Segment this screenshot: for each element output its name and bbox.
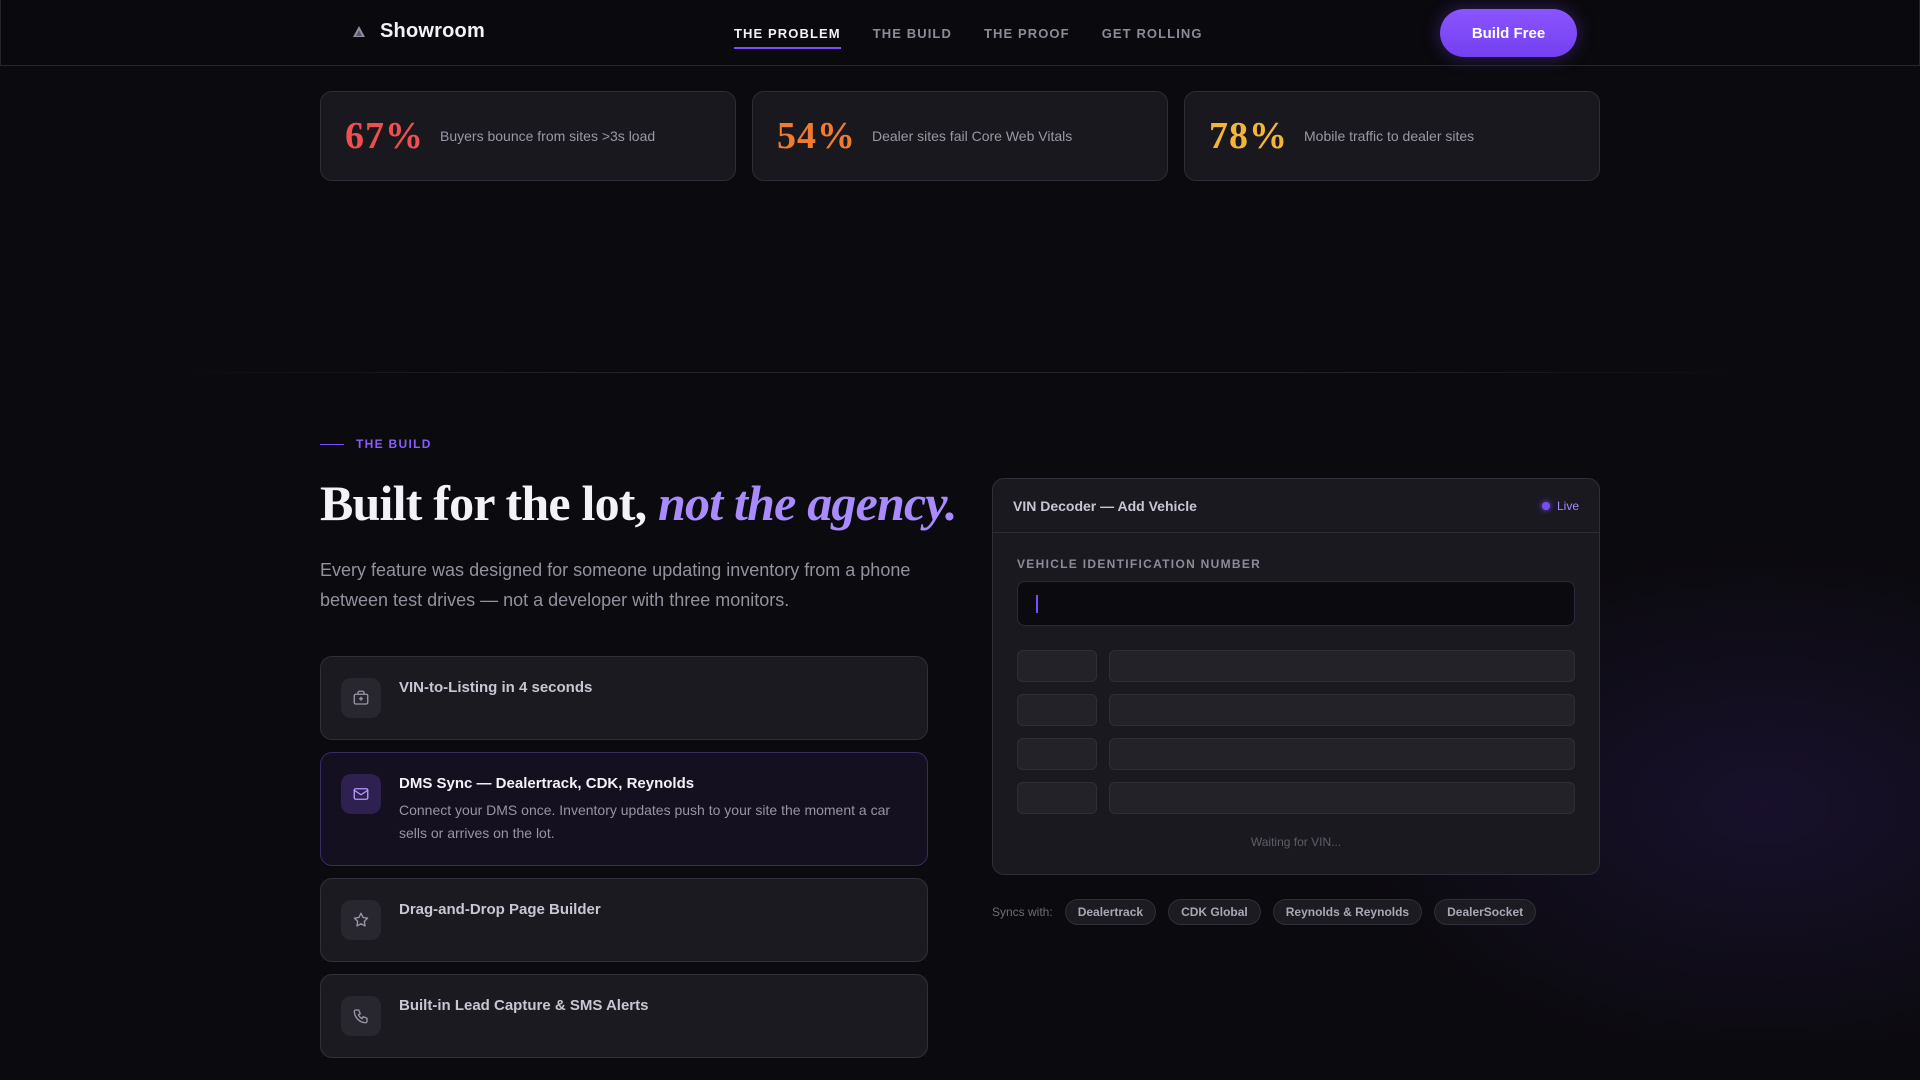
stats-row: 67% Buyers bounce from sites >3s load 54…	[320, 91, 1600, 181]
nav-link-the-build[interactable]: THE BUILD	[873, 0, 952, 66]
stat-value: 54%	[777, 115, 856, 157]
nav-link-the-proof[interactable]: THE PROOF	[984, 0, 1070, 66]
star-icon	[341, 900, 381, 940]
panel-title: VIN Decoder — Add Vehicle	[1013, 497, 1197, 514]
eyebrow-text: THE BUILD	[356, 437, 432, 451]
panel-header: VIN Decoder — Add Vehicle Live	[993, 479, 1599, 533]
headline-accent: not the agency.	[658, 475, 957, 531]
nav-link-the-problem[interactable]: THE PROBLEM	[734, 0, 841, 66]
section-lede: Every feature was designed for someone u…	[320, 560, 911, 610]
result-row-placeholder	[1017, 650, 1575, 682]
top-nav: Showroom THE PROBLEM THE BUILD THE PROOF…	[0, 0, 1920, 66]
vin-decoder-panel: VIN Decoder — Add Vehicle Live VEHICLE I…	[992, 478, 1600, 875]
brand-name: Showroom	[380, 20, 485, 42]
stat-label: Dealer sites fail Core Web Vitals	[872, 128, 1073, 144]
section-headline: Built for the lot, not the agency.	[320, 474, 957, 532]
live-dot-icon	[1541, 501, 1550, 510]
text-caret	[1036, 595, 1038, 613]
eyebrow-line	[320, 443, 344, 445]
skeleton-label	[1017, 738, 1097, 770]
stat-value: 67%	[345, 115, 424, 157]
stat-card: 78% Mobile traffic to dealer sites	[1184, 91, 1600, 181]
car-icon	[341, 678, 381, 718]
skeleton-value	[1109, 782, 1575, 814]
feature-description: Connect your DMS once. Inventory updates…	[399, 802, 891, 841]
nav-link-get-rolling[interactable]: GET ROLLING	[1102, 0, 1203, 66]
partner-chip-cdk-global: CDK Global	[1168, 899, 1261, 925]
partner-chip-reynolds: Reynolds & Reynolds	[1272, 899, 1423, 925]
feature-item-lead-capture[interactable]: Built-in Lead Capture & SMS Alerts	[320, 974, 928, 1058]
skeleton-label	[1017, 694, 1097, 726]
phone-icon	[341, 996, 381, 1036]
skeleton-label	[1017, 650, 1097, 682]
headline-plain: Built for the lot,	[320, 475, 659, 531]
vin-field-label: VEHICLE IDENTIFICATION NUMBER	[1017, 557, 1262, 571]
build-free-button[interactable]: Build Free	[1440, 9, 1577, 57]
partner-chip-dealersocket: DealerSocket	[1434, 899, 1537, 925]
feature-title: VIN-to-Listing in 4 seconds	[399, 679, 593, 696]
result-row-placeholder	[1017, 782, 1575, 814]
live-label: Live	[1556, 498, 1579, 513]
result-row-placeholder	[1017, 694, 1575, 726]
stat-label: Mobile traffic to dealer sites	[1304, 128, 1475, 144]
skeleton-value	[1109, 738, 1575, 770]
nav-links: THE PROBLEM THE BUILD THE PROOF GET ROLL…	[734, 0, 1203, 66]
feature-title: Built-in Lead Capture & SMS Alerts	[399, 997, 649, 1014]
sync-partners: Syncs with: Dealertrack CDK Global Reyno…	[992, 899, 1537, 925]
stat-value: 78%	[1209, 115, 1288, 157]
mail-icon	[341, 774, 381, 814]
feature-title: Drag-and-Drop Page Builder	[399, 901, 601, 918]
skeleton-value	[1109, 650, 1575, 682]
feature-item-page-builder[interactable]: Drag-and-Drop Page Builder	[320, 878, 928, 962]
stat-card: 54% Dealer sites fail Core Web Vitals	[752, 91, 1168, 181]
waiting-status: Waiting for VIN...	[1250, 835, 1342, 849]
vin-input[interactable]	[1017, 581, 1575, 626]
syncs-label: Syncs with:	[992, 905, 1053, 919]
section-divider	[160, 372, 1760, 373]
section-eyebrow: THE BUILD	[320, 437, 432, 451]
stat-label: Buyers bounce from sites >3s load	[440, 128, 656, 144]
feature-item-dms-sync[interactable]: DMS Sync — Dealertrack, CDK, Reynolds Co…	[320, 752, 928, 866]
stat-card: 67% Buyers bounce from sites >3s load	[320, 91, 736, 181]
logo-icon	[350, 23, 368, 41]
feature-item-vin-to-listing[interactable]: VIN-to-Listing in 4 seconds	[320, 656, 928, 740]
skeleton-label	[1017, 782, 1097, 814]
skeleton-value	[1109, 694, 1575, 726]
feature-title: DMS Sync — Dealertrack, CDK, Reynolds	[399, 775, 695, 792]
partner-chip-dealertrack: Dealertrack	[1064, 899, 1157, 925]
feature-list: VIN-to-Listing in 4 seconds DMS Sync — D…	[320, 656, 928, 1070]
live-status: Live	[1541, 498, 1579, 513]
brand[interactable]: Showroom	[350, 20, 485, 43]
result-row-placeholder	[1017, 738, 1575, 770]
